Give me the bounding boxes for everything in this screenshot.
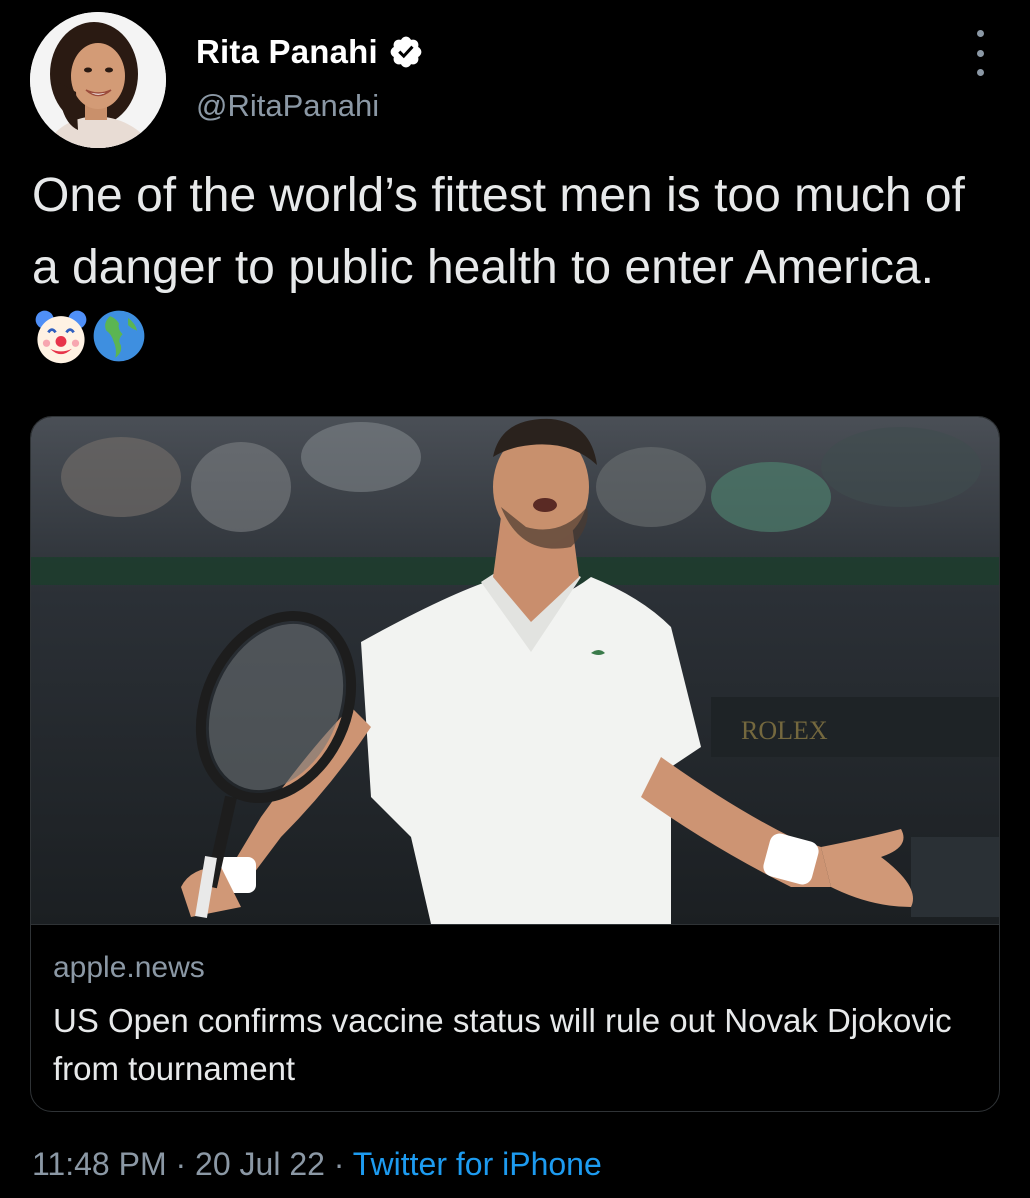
clown-face-icon: [35, 310, 87, 364]
verified-badge-icon: [390, 36, 422, 68]
card-title[interactable]: US Open confirms vaccine status will rul…: [53, 997, 983, 1093]
svg-text:ROLEX: ROLEX: [741, 716, 828, 745]
tennis-player-photo-icon: ROLEX: [31, 417, 999, 924]
tennis-player-photo[interactable]: ROLEX: [31, 417, 999, 924]
tweet-date[interactable]: 20 Jul 22: [195, 1146, 325, 1182]
tweet-time[interactable]: 11:48 PM: [32, 1146, 167, 1182]
separator: ·: [175, 1146, 187, 1182]
dot: [976, 30, 984, 37]
card-domain: apple.news: [53, 951, 205, 984]
card-divider: [31, 924, 999, 925]
author-handle[interactable]: @RitaPanahi: [196, 88, 379, 124]
tweet-source-link[interactable]: Twitter for iPhone: [353, 1146, 602, 1182]
author-display-name[interactable]: Rita Panahi: [196, 33, 378, 71]
dot: [976, 69, 984, 76]
tweet-meta: 11:48 PM · 20 Jul 22 · Twitter for iPhon…: [32, 1146, 602, 1183]
dot: [976, 49, 984, 57]
link-card[interactable]: ROLEX apple.news US Open confirms vaccin…: [30, 416, 1000, 1112]
globe-showing-americas-icon: [93, 310, 145, 362]
author-name-row[interactable]: Rita Panahi: [196, 28, 424, 76]
separator: ·: [333, 1146, 345, 1182]
author-avatar[interactable]: [30, 12, 166, 148]
profile-photo-icon: [30, 12, 166, 148]
more-options-icon[interactable]: [966, 30, 994, 76]
tweet-body: One of the world’s fittest men is too mu…: [32, 169, 965, 294]
tweet-text: One of the world’s fittest men is too mu…: [32, 160, 992, 376]
